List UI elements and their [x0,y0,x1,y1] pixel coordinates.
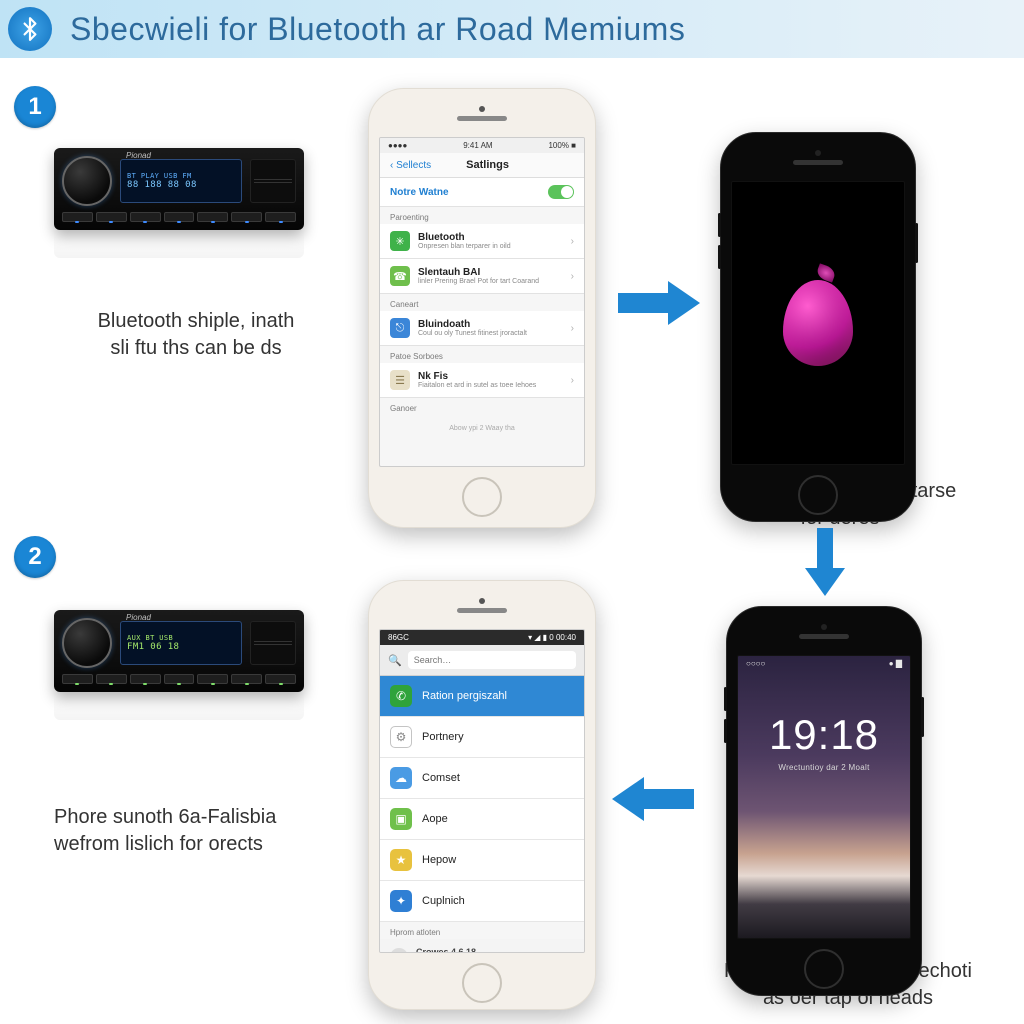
list-footer: ◎ Crowes 4.6.18 Anistrgnou it A cisl res… [380,939,584,953]
list-row-highlight[interactable]: ✆ Ration pergiszahl [380,676,584,717]
arrow-down-icon [800,528,850,598]
lock-date: Wrectuntioy dar 2 Moalt [778,763,869,772]
list-row[interactable]: ☰ Nk FisFiaitalon et ard in sutel as toe… [380,363,584,398]
file-row-icon: ☰ [390,370,410,390]
info-icon: ◎ [390,948,408,954]
status-bar: ●●●● 9:41 AM 100% ■ [380,138,584,153]
back-button[interactable]: ‹ Sellects [390,160,431,171]
home-button[interactable] [462,963,502,1003]
status-bar: 86GC ▾ ◢ ▮ 0 00:40 [380,630,584,645]
cloud-icon: ☁ [390,767,412,789]
stereo-dial [62,618,112,668]
list-row[interactable]: ✳ BluetoothOnpresen blan terparer in oil… [380,224,584,259]
list-row[interactable]: ☁ Comset [380,758,584,799]
star-icon: ★ [390,849,412,871]
page-title: Sbecwieli for Bluetooth ar Road Memiums [70,11,685,48]
chevron-right-icon: › [571,323,574,334]
car-stereo-2: Pionad AUX BT USB FM1 06 18 [54,610,304,692]
phone-row-icon: ☎ [390,266,410,286]
list-row[interactable]: ✦ Cuplnich [380,881,584,922]
phone-settings: ●●●● 9:41 AM 100% ■ ‹ Sellects Satlings … [368,88,596,528]
stereo-brand: Pionad [126,151,151,160]
list-row[interactable]: ★ Hepow [380,840,584,881]
nav-title: Satlings [466,159,509,171]
home-button[interactable] [462,477,502,517]
toggle-icon[interactable] [548,185,574,199]
chevron-right-icon: › [571,236,574,247]
home-button[interactable] [804,949,844,989]
list-row-header[interactable]: Notre Watne [380,178,584,207]
list-row[interactable]: ▣ Aope [380,799,584,840]
shield-icon: ✦ [390,890,412,912]
list-row[interactable]: ⚙ Portnery [380,717,584,758]
page-header: Sbecwieli for Bluetooth ar Road Memiums [0,0,1024,58]
link-row-icon: ⎋ [390,318,410,338]
stereo-slot [250,159,296,203]
bluetooth-icon [8,7,52,51]
bluetooth-row-icon: ✳ [390,231,410,251]
car-stereo-1: Pionad BT PLAY USB FM 88 188 88 08 [54,148,304,230]
apps-icon: ▣ [390,808,412,830]
phone-search-list: 86GC ▾ ◢ ▮ 0 00:40 🔍 ✆ Ration pergiszahl… [368,580,596,1010]
step-badge-1: 1 [14,86,56,128]
stereo-slot [250,621,296,665]
arrow-right-icon [618,278,702,328]
status-bar: ○○○○ ● ▇ [738,656,910,671]
arrow-left-icon [610,774,694,824]
list-row[interactable]: ⎋ BluindoathCoul ou oly Tunest fitinest … [380,311,584,346]
caption-step-2: Phore sunoth 6a-Falisbia wefrom lislich … [54,804,304,858]
logo-icon [783,280,853,366]
stereo-dial [62,156,112,206]
search-row: 🔍 [380,645,584,676]
phone-lockscreen: ○○○○ ● ▇ 19:18 Wrectuntioy dar 2 Moalt [726,606,922,996]
stereo-display: AUX BT USB FM1 06 18 [120,621,242,665]
chevron-right-icon: › [571,375,574,386]
home-button[interactable] [798,475,838,515]
search-input[interactable] [408,651,576,669]
stereo-brand: Pionad [126,613,151,622]
call-icon: ✆ [390,685,412,707]
phone-black-logo [720,132,916,522]
step-badge-2: 2 [14,536,56,578]
lock-clock: 19:18 [769,711,879,759]
chevron-right-icon: › [571,271,574,282]
search-icon: 🔍 [388,654,402,667]
stereo-display: BT PLAY USB FM 88 188 88 08 [120,159,242,203]
gear-icon: ⚙ [390,726,412,748]
list-row[interactable]: ☎ Slentauh BAIlinler Prering Brael Pot f… [380,259,584,294]
caption-step-1: Bluetooth shiple, inath sli ftu ths can … [86,308,306,362]
